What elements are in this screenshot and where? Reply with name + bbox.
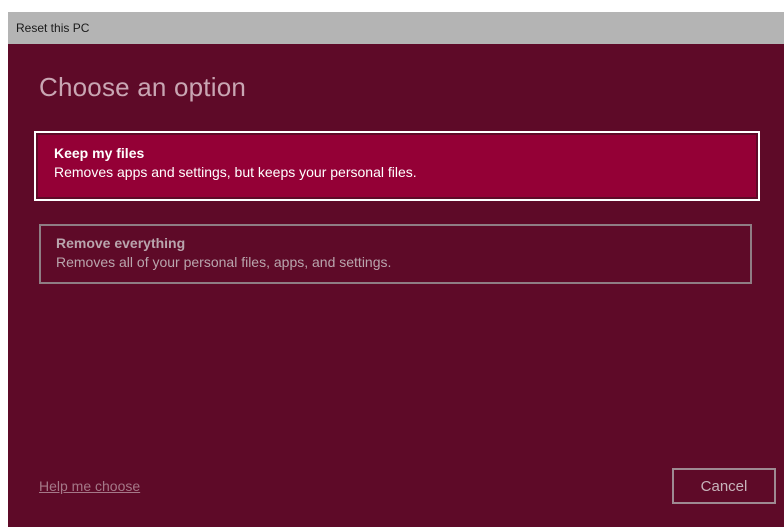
reset-pc-window: Reset this PC Choose an option Keep my f… — [8, 12, 784, 527]
window-title: Reset this PC — [16, 21, 90, 35]
option-description: Removes apps and settings, but keeps you… — [54, 164, 417, 180]
option-keep-my-files[interactable]: Keep my files Removes apps and settings,… — [34, 131, 760, 201]
option-title: Remove everything — [56, 235, 186, 251]
cancel-button[interactable]: Cancel — [672, 468, 776, 504]
option-title: Keep my files — [54, 145, 145, 161]
option-remove-everything[interactable]: Remove everything Removes all of your pe… — [39, 224, 752, 284]
page-title: Choose an option — [39, 72, 247, 102]
option-description: Removes all of your personal files, apps… — [56, 254, 392, 270]
dialog-content: Choose an option Keep my files Removes a… — [8, 44, 784, 527]
help-me-choose-link[interactable]: Help me choose — [39, 478, 140, 494]
window-titlebar: Reset this PC — [8, 12, 784, 44]
